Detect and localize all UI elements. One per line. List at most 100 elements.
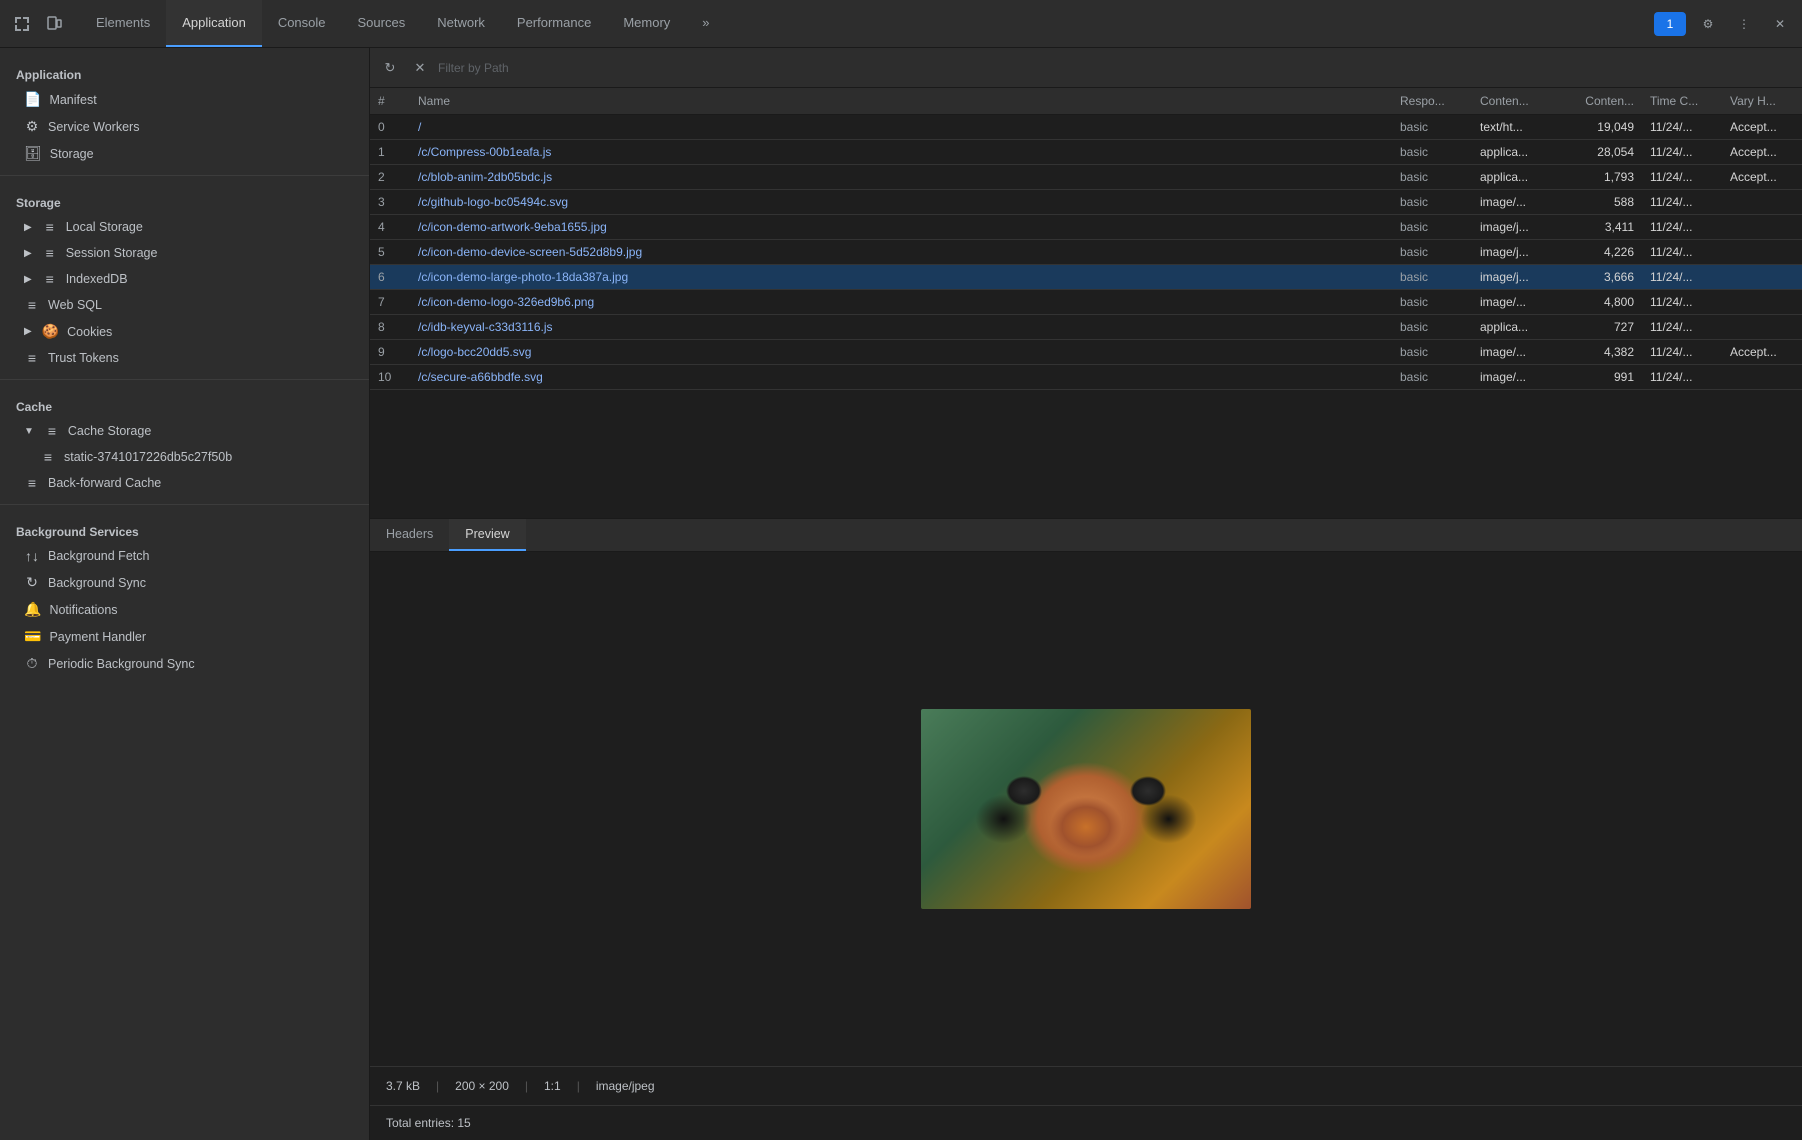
clear-button[interactable]: ✕ (408, 56, 432, 80)
table-row[interactable]: 9 /c/logo-bcc20dd5.svg basic image/... 4… (370, 340, 1802, 365)
device-toolbar-icon[interactable] (40, 10, 68, 38)
sidebar-item-web-sql[interactable]: ≡ Web SQL (0, 292, 369, 318)
tab-elements[interactable]: Elements (80, 0, 166, 47)
session-storage-icon: ≡ (42, 245, 58, 261)
periodic-bg-sync-icon: ⏱ (24, 655, 40, 672)
sidebar-item-background-fetch[interactable]: ↑↓ Background Fetch (0, 543, 369, 569)
inspect-icon[interactable] (8, 10, 36, 38)
preview-size: 3.7 kB (386, 1079, 420, 1093)
sidebar-item-label-payment-handler: Payment Handler (49, 630, 146, 644)
preview-sep-3: | (577, 1079, 580, 1093)
table-row[interactable]: 2 /c/blob-anim-2db05bdc.js basic applica… (370, 165, 1802, 190)
sidebar-item-local-storage[interactable]: ▶ ≡ Local Storage (0, 214, 369, 240)
filter-input[interactable] (438, 61, 1794, 75)
cell-content-length: 28,054 (1562, 140, 1642, 165)
tab-application[interactable]: Application (166, 0, 262, 47)
table-row[interactable]: 4 /c/icon-demo-artwork-9eba1655.jpg basi… (370, 215, 1802, 240)
sidebar-item-label-background-fetch: Background Fetch (48, 549, 149, 563)
cell-response: basic (1392, 165, 1472, 190)
preview-ratio: 1:1 (544, 1079, 561, 1093)
sidebar-divider-3 (0, 504, 369, 505)
col-header-vary-header: Vary H... (1722, 88, 1802, 115)
sidebar-item-cache-static[interactable]: ≡ static-3741017226db5c27f50b (0, 444, 369, 470)
cell-content-type: image/... (1472, 340, 1562, 365)
cell-vary-header: Accept... (1722, 165, 1802, 190)
table-row[interactable]: 5 /c/icon-demo-device-screen-5d52d8b9.jp… (370, 240, 1802, 265)
sidebar-item-manifest[interactable]: 📄 Manifest (0, 86, 369, 113)
web-sql-icon: ≡ (24, 297, 40, 313)
close-icon[interactable]: ✕ (1766, 10, 1794, 38)
tab-headers[interactable]: Headers (370, 519, 449, 551)
table-row[interactable]: 0 / basic text/ht... 19,049 11/24/... Ac… (370, 115, 1802, 140)
sidebar-item-cache-storage[interactable]: ▼ ≡ Cache Storage (0, 418, 369, 444)
more-options-icon[interactable]: ⋮ (1730, 10, 1758, 38)
tab-network[interactable]: Network (421, 0, 501, 47)
sidebar-section-storage: Storage (0, 184, 369, 214)
table-row[interactable]: 8 /c/idb-keyval-c33d3116.js basic applic… (370, 315, 1802, 340)
table-row[interactable]: 10 /c/secure-a66bbdfe.svg basic image/..… (370, 365, 1802, 390)
sidebar-item-service-workers[interactable]: ⚙ Service Workers (0, 113, 369, 140)
cell-hash: 5 (370, 240, 410, 265)
cell-hash: 9 (370, 340, 410, 365)
cell-name: / (410, 115, 1392, 140)
detail-tabs: Headers Preview (370, 518, 1802, 552)
tab-preview[interactable]: Preview (449, 519, 525, 551)
col-header-content-length: Conten... (1562, 88, 1642, 115)
total-entries: Total entries: 15 (370, 1105, 1802, 1140)
tab-performance[interactable]: Performance (501, 0, 607, 47)
tab-more[interactable]: » (686, 0, 725, 47)
settings-icon[interactable]: ⚙ (1694, 10, 1722, 38)
cell-time-cached: 11/24/... (1642, 290, 1722, 315)
tab-sources[interactable]: Sources (342, 0, 422, 47)
preview-sep-2: | (525, 1079, 528, 1093)
refresh-button[interactable]: ↻ (378, 56, 402, 80)
cell-name: /c/icon-demo-large-photo-18da387a.jpg (410, 265, 1392, 290)
manifest-icon: 📄 (24, 91, 41, 108)
sidebar: Application 📄 Manifest ⚙ Service Workers… (0, 48, 370, 1140)
sidebar-item-label-background-sync: Background Sync (48, 576, 146, 590)
preview-meta: 3.7 kB | 200 × 200 | 1:1 | image/jpeg (370, 1066, 1802, 1105)
cell-response: basic (1392, 290, 1472, 315)
tab-memory[interactable]: Memory (607, 0, 686, 47)
sidebar-item-label-back-forward-cache: Back-forward Cache (48, 476, 161, 490)
sidebar-item-payment-handler[interactable]: 💳 Payment Handler (0, 623, 369, 650)
sidebar-item-indexeddb[interactable]: ▶ ≡ IndexedDB (0, 266, 369, 292)
tab-console[interactable]: Console (262, 0, 342, 47)
sidebar-item-periodic-bg-sync[interactable]: ⏱ Periodic Background Sync (0, 650, 369, 677)
col-header-time-cached: Time C... (1642, 88, 1722, 115)
table-row[interactable]: 1 /c/Compress-00b1eafa.js basic applica.… (370, 140, 1802, 165)
cell-response: basic (1392, 215, 1472, 240)
sidebar-item-notifications[interactable]: 🔔 Notifications (0, 596, 369, 623)
cell-hash: 3 (370, 190, 410, 215)
cell-hash: 0 (370, 115, 410, 140)
preview-dimensions: 200 × 200 (455, 1079, 509, 1093)
sidebar-item-storage[interactable]: 🗄 Storage (0, 140, 369, 167)
cell-content-length: 4,800 (1562, 290, 1642, 315)
sidebar-section-bg-services: Background Services (0, 513, 369, 543)
content-area: ↻ ✕ # Name Respo... Conten... Conten... … (370, 48, 1802, 1140)
sidebar-item-trust-tokens[interactable]: ≡ Trust Tokens (0, 345, 369, 371)
sidebar-item-background-sync[interactable]: ↻ Background Sync (0, 569, 369, 596)
table-row[interactable]: 3 /c/github-logo-bc05494c.svg basic imag… (370, 190, 1802, 215)
cell-hash: 1 (370, 140, 410, 165)
cell-content-length: 19,049 (1562, 115, 1642, 140)
indexeddb-arrow-icon: ▶ (24, 274, 32, 285)
cell-response: basic (1392, 115, 1472, 140)
sidebar-item-back-forward-cache[interactable]: ≡ Back-forward Cache (0, 470, 369, 496)
cell-name: /c/idb-keyval-c33d3116.js (410, 315, 1392, 340)
cell-content-type: text/ht... (1472, 115, 1562, 140)
cell-content-type: image/j... (1472, 240, 1562, 265)
sidebar-item-label-trust-tokens: Trust Tokens (48, 351, 119, 365)
cell-vary-header (1722, 190, 1802, 215)
background-sync-icon: ↻ (24, 574, 40, 591)
sidebar-item-label-indexeddb: IndexedDB (66, 272, 128, 286)
sidebar-item-cookies[interactable]: ▶ 🍪 Cookies (0, 318, 369, 345)
cell-vary-header: Accept... (1722, 140, 1802, 165)
sidebar-item-label-session-storage: Session Storage (66, 246, 158, 260)
session-storage-arrow-icon: ▶ (24, 248, 32, 259)
table-row[interactable]: 6 /c/icon-demo-large-photo-18da387a.jpg … (370, 265, 1802, 290)
table-row[interactable]: 7 /c/icon-demo-logo-326ed9b6.png basic i… (370, 290, 1802, 315)
storage-icon: 🗄 (24, 145, 42, 162)
issues-badge[interactable]: 1 (1654, 12, 1686, 36)
sidebar-item-session-storage[interactable]: ▶ ≡ Session Storage (0, 240, 369, 266)
